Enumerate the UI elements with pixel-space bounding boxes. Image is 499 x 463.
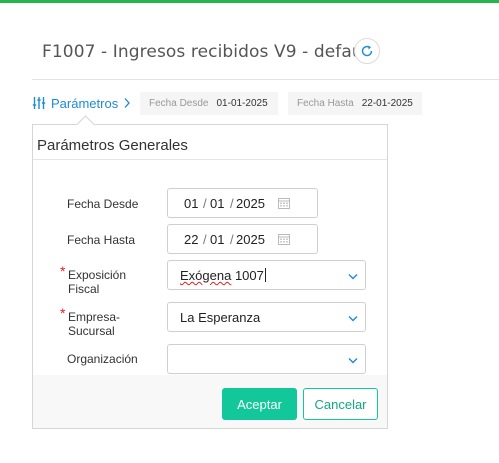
parameters-toggle[interactable]: Parámetros <box>32 92 131 114</box>
page-title: F1007 - Ingresos recibidos V9 - default <box>42 42 375 62</box>
organizacion-select[interactable] <box>167 344 366 374</box>
header-divider <box>32 79 499 80</box>
empresa-sucursal-select[interactable]: La Esperanza <box>167 302 366 332</box>
pill-key: Fecha Hasta <box>297 98 354 109</box>
chevron-down-icon[interactable] <box>347 270 359 282</box>
day-segment[interactable]: 01 <box>184 196 198 211</box>
accept-button[interactable]: Aceptar <box>222 388 297 420</box>
panel-title: Parámetros Generales <box>37 137 188 154</box>
month-segment[interactable]: 01 <box>210 232 224 247</box>
refresh-icon <box>361 45 373 57</box>
chevron-right-icon <box>124 98 131 108</box>
fecha-hasta-label: Fecha Hasta <box>67 233 136 247</box>
refresh-button[interactable] <box>354 38 380 64</box>
fecha-hasta-input[interactable]: 22 / 01 / 2025 <box>167 224 318 254</box>
organizacion-label: Organización <box>67 352 138 366</box>
chevron-down-icon[interactable] <box>347 312 359 324</box>
fecha-hasta-pill: Fecha Hasta 22-01-2025 <box>288 92 422 115</box>
top-accent-bar <box>0 0 499 3</box>
day-segment[interactable]: 22 <box>184 232 198 247</box>
pill-value: 22-01-2025 <box>361 98 413 109</box>
panel-pointer <box>76 115 95 134</box>
parameters-panel: Parámetros Generales Fecha Desde 01 / 01… <box>32 115 388 429</box>
month-segment[interactable]: 01 <box>210 196 224 211</box>
chevron-down-icon[interactable] <box>347 354 359 366</box>
empresa-sucursal-value[interactable]: La Esperanza <box>180 310 260 325</box>
parameters-label: Parámetros <box>51 95 119 111</box>
required-marker: * <box>60 305 66 321</box>
fecha-desde-pill: Fecha Desde 01-01-2025 <box>140 92 278 115</box>
calendar-icon[interactable] <box>278 197 290 209</box>
fecha-desde-label: Fecha Desde <box>67 197 139 211</box>
required-marker: * <box>60 263 66 279</box>
year-segment[interactable]: 2025 <box>236 196 265 211</box>
pill-key: Fecha Desde <box>149 98 209 109</box>
sliders-icon <box>32 97 46 109</box>
exposicion-fiscal-label: Exposición Fiscal <box>68 268 127 296</box>
panel-divider <box>33 159 387 160</box>
exposicion-fiscal-select[interactable]: Exógena 1007 <box>167 260 366 290</box>
fecha-desde-input[interactable]: 01 / 01 / 2025 <box>167 188 318 218</box>
cancel-button[interactable]: Cancelar <box>303 388 378 420</box>
pill-value: 01-01-2025 <box>216 98 268 109</box>
exposicion-fiscal-value[interactable]: Exógena 1007 <box>180 268 266 283</box>
empresa-sucursal-label: Empresa- Sucursal <box>68 310 121 338</box>
year-segment[interactable]: 2025 <box>236 232 265 247</box>
calendar-icon[interactable] <box>278 233 290 245</box>
